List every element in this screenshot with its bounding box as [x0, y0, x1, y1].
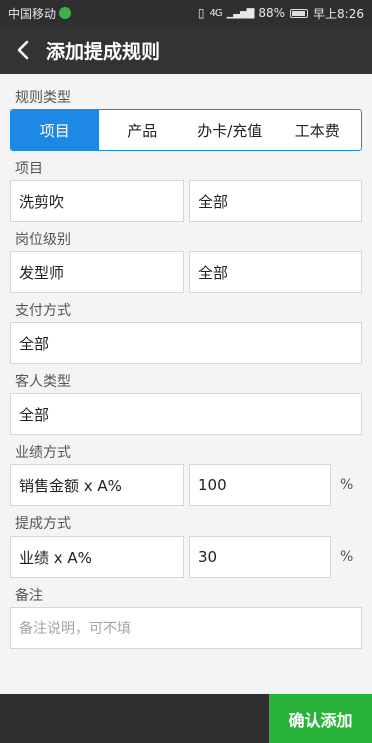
- battery-icon: [290, 8, 309, 18]
- item-label: 项目: [15, 161, 43, 177]
- performance-value-input[interactable]: 100: [189, 464, 331, 506]
- rule-type-label: 规则类型: [15, 90, 71, 106]
- remark-label: 备注: [15, 588, 43, 604]
- performance-percent-unit: %: [340, 477, 354, 493]
- commission-percent-unit: %: [340, 549, 354, 565]
- page-title: 添加提成规则: [46, 40, 161, 63]
- payment-method-label: 支付方式: [15, 303, 71, 319]
- chevron-left-icon: [17, 40, 29, 60]
- network-type: 4G: [209, 7, 222, 19]
- bottom-bar: 确认添加: [0, 694, 372, 743]
- carrier: 中国移动: [8, 5, 72, 22]
- customer-type-select[interactable]: 全部: [10, 393, 362, 435]
- commission-method-label: 提成方式: [15, 516, 71, 532]
- performance-formula-select[interactable]: 销售金额 x A%: [10, 464, 184, 506]
- title-bar: 添加提成规则: [0, 26, 372, 74]
- commission-value-input[interactable]: 30: [189, 536, 331, 578]
- carrier-name: 中国移动: [8, 6, 57, 21]
- battery-percent: 88%: [258, 6, 286, 20]
- confirm-add-button[interactable]: 确认添加: [269, 694, 372, 743]
- clock: 早上8:26: [313, 6, 364, 21]
- commission-formula-select[interactable]: 业绩 x A%: [10, 536, 184, 578]
- status-bar: 中国移动 ▯ 4G ▁▃▅▇ 88% 早上8:26: [0, 0, 372, 26]
- rule-type-option-item[interactable]: 项目: [11, 110, 99, 150]
- item-select[interactable]: 洗剪吹: [10, 180, 184, 222]
- rule-type-option-card-recharge[interactable]: 办卡/充值: [186, 110, 274, 150]
- payment-method-select[interactable]: 全部: [10, 322, 362, 364]
- form-content: 规则类型 项目 产品 办卡/充值 工本费 项目 洗剪吹 全部 岗位级别 发型师 …: [0, 74, 372, 694]
- status-right: ▯ 4G ▁▃▅▇ 88% 早上8:26: [198, 5, 364, 22]
- wechat-icon: [59, 7, 72, 19]
- item-sub-select[interactable]: 全部: [189, 180, 362, 222]
- vibrate-icon: ▯: [197, 6, 205, 20]
- position-level-label: 岗位级别: [15, 232, 71, 248]
- performance-method-label: 业绩方式: [15, 445, 71, 461]
- rule-type-option-product[interactable]: 产品: [99, 110, 187, 150]
- back-button[interactable]: [0, 26, 46, 74]
- position-select[interactable]: 发型师: [10, 251, 184, 293]
- customer-type-label: 客人类型: [15, 374, 71, 390]
- signal-icon: ▁▃▅▇: [226, 7, 255, 19]
- rule-type-selector: 项目 产品 办卡/充值 工本费: [10, 109, 362, 151]
- level-select[interactable]: 全部: [189, 251, 362, 293]
- remark-input[interactable]: 备注说明，可不填: [10, 607, 362, 649]
- rule-type-option-cost-fee[interactable]: 工本费: [274, 110, 362, 150]
